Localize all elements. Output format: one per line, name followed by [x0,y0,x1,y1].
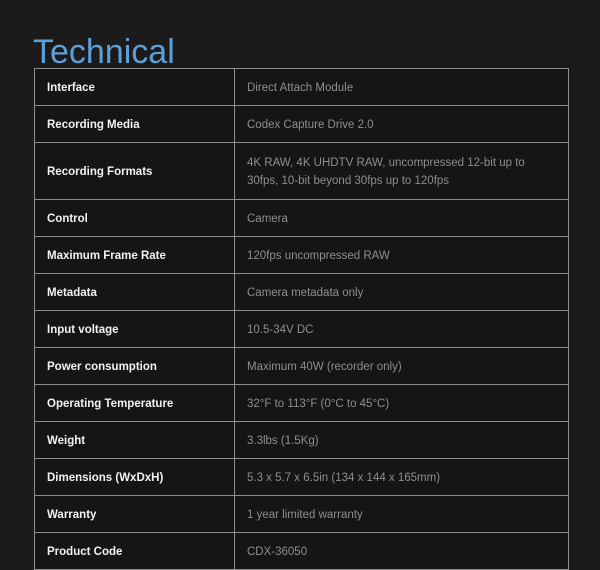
spec-label-cell: Power consumption [34,347,235,385]
spec-value-cell: Maximum 40W (recorder only) [234,347,569,385]
table-row: Weight 3.3lbs (1.5Kg) [34,421,569,459]
spec-value-cell: Camera [234,199,569,237]
spec-label-cell: Control [34,199,235,237]
spec-label-cell: Warranty [34,495,235,533]
spec-value-cell: 5.3 x 5.7 x 6.5in (134 x 144 x 165mm) [234,458,569,496]
technical-specifications-table: Interface Direct Attach Module Recording… [34,68,569,570]
spec-label: Input voltage [47,324,119,336]
spec-table-body: Interface Direct Attach Module Recording… [34,68,569,570]
spec-label-cell: Weight [34,421,235,459]
spec-label: Control [47,213,88,225]
spec-value: Codex Capture Drive 2.0 [247,119,374,131]
spec-label-cell: Operating Temperature [34,384,235,422]
spec-value: Direct Attach Module [247,82,354,94]
spec-value-cell: 32°F to 113°F (0°C to 45°C) [234,384,569,422]
spec-label-cell: Input voltage [34,310,235,348]
spec-value: 1 year limited warranty [247,509,363,521]
spec-value: Camera [247,213,288,225]
spec-value-cell: 4K RAW, 4K UHDTV RAW, uncompressed 12-bi… [234,142,569,200]
spec-value: Maximum 40W (recorder only) [247,361,402,373]
table-row: Recording Media Codex Capture Drive 2.0 [34,105,569,143]
table-row: Maximum Frame Rate 120fps uncompressed R… [34,236,569,274]
table-row: Recording Formats 4K RAW, 4K UHDTV RAW, … [34,142,569,200]
spec-value-cell: Codex Capture Drive 2.0 [234,105,569,143]
spec-label: Weight [47,435,86,447]
spec-value: CDX-36050 [247,546,308,558]
spec-value-cell: 120fps uncompressed RAW [234,236,569,274]
spec-label-cell: Product Code [34,532,235,570]
spec-label: Interface [47,82,95,94]
spec-label: Product Code [47,546,123,558]
table-row: Power consumption Maximum 40W (recorder … [34,347,569,385]
technical-specs-page: Technical Interface Direct Attach Module [0,0,600,570]
spec-value: 10.5-34V DC [247,324,314,336]
spec-label: Recording Formats [47,166,153,178]
table-row: Operating Temperature 32°F to 113°F (0°C… [34,384,569,422]
spec-label: Warranty [47,509,97,521]
spec-label-cell: Interface [34,68,235,106]
table-row: Metadata Camera metadata only [34,273,569,311]
spec-value-cell: 10.5-34V DC [234,310,569,348]
spec-value-cell: 1 year limited warranty [234,495,569,533]
spec-value-cell: 3.3lbs (1.5Kg) [234,421,569,459]
spec-value: 3.3lbs (1.5Kg) [247,435,319,447]
spec-label: Power consumption [47,361,157,373]
spec-label-cell: Maximum Frame Rate [34,236,235,274]
spec-label: Dimensions (WxDxH) [47,472,164,484]
spec-label-cell: Metadata [34,273,235,311]
spec-value: 5.3 x 5.7 x 6.5in (134 x 144 x 165mm) [247,472,441,484]
spec-label-cell: Recording Formats [34,142,235,200]
table-row: Interface Direct Attach Module [34,68,569,106]
spec-value: 120fps uncompressed RAW [247,250,390,262]
spec-value: 32°F to 113°F (0°C to 45°C) [247,398,390,410]
spec-label-cell: Dimensions (WxDxH) [34,458,235,496]
spec-label-cell: Recording Media [34,105,235,143]
spec-value: 4K RAW, 4K UHDTV RAW, uncompressed 12-bi… [247,157,525,187]
table-row: Product Code CDX-36050 [34,532,569,570]
spec-label: Maximum Frame Rate [47,250,166,262]
spec-value-cell: Camera metadata only [234,273,569,311]
spec-label: Operating Temperature [47,398,174,410]
table-row: Input voltage 10.5-34V DC [34,310,569,348]
spec-value-cell: Direct Attach Module [234,68,569,106]
table-row: Dimensions (WxDxH) 5.3 x 5.7 x 6.5in (13… [34,458,569,496]
spec-label: Recording Media [47,119,140,131]
table-row: Warranty 1 year limited warranty [34,495,569,533]
spec-value-cell: CDX-36050 [234,532,569,570]
spec-label: Metadata [47,287,97,299]
table-row: Control Camera [34,199,569,237]
spec-value: Camera metadata only [247,287,364,299]
